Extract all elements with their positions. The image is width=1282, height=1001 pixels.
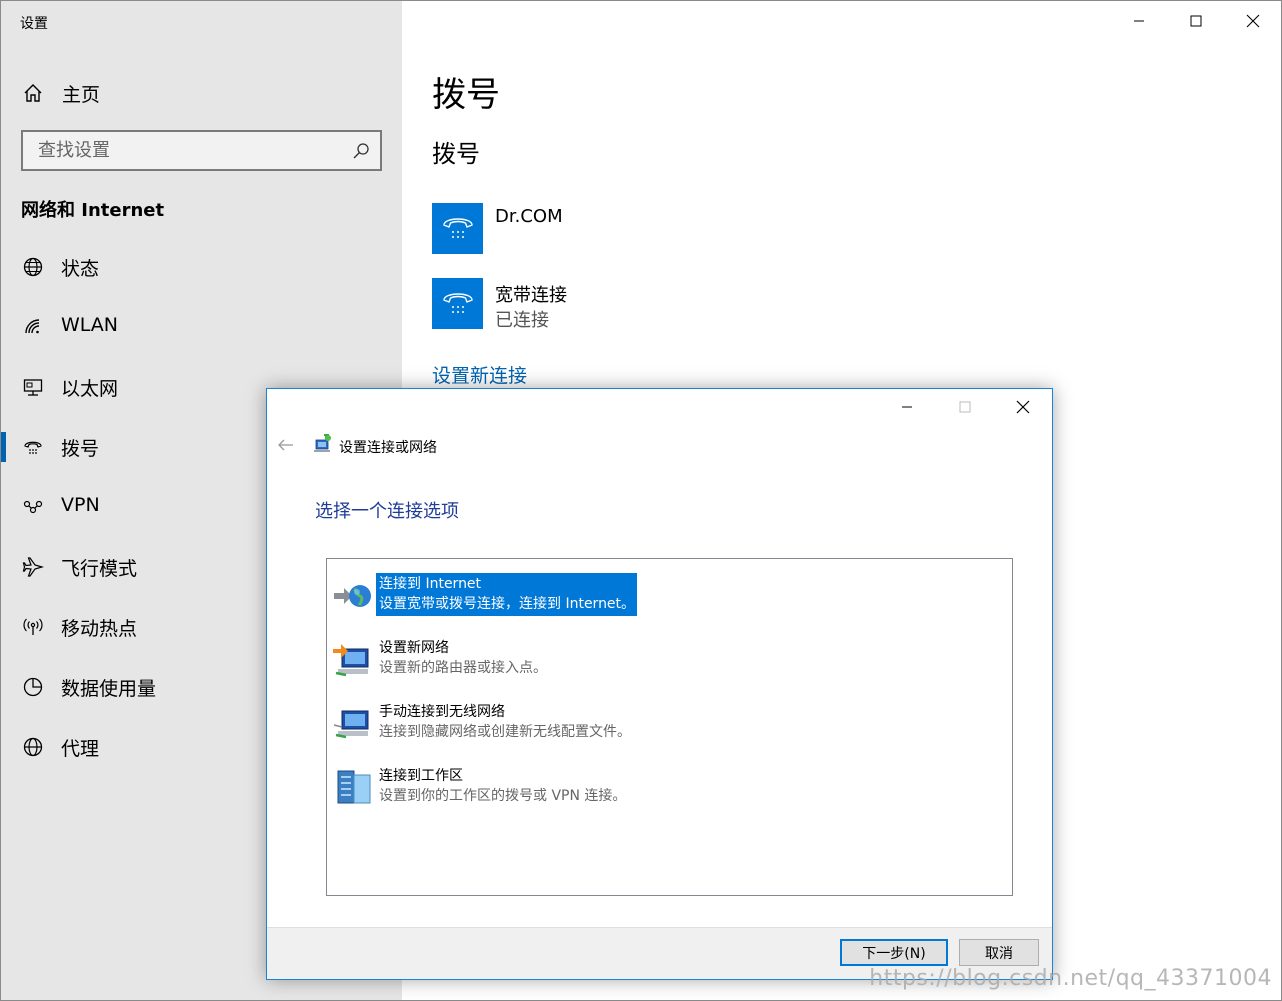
dialog-close-button[interactable] bbox=[994, 389, 1052, 425]
proxy-globe-icon bbox=[21, 735, 45, 759]
maximize-icon bbox=[959, 401, 971, 413]
hotspot-icon bbox=[21, 615, 45, 639]
sidebar-home-label: 主页 bbox=[62, 83, 101, 106]
cancel-button[interactable]: 取消 bbox=[959, 939, 1039, 966]
dialog-title: 设置连接或网络 bbox=[339, 440, 437, 456]
ethernet-icon bbox=[21, 375, 45, 399]
connection-options-list: 连接到 Internet 设置宽带或拨号连接，连接到 Internet。 设置新… bbox=[326, 558, 1013, 896]
setup-new-connection-link[interactable]: 设置新连接 bbox=[432, 361, 527, 388]
option-text: 手动连接到无线网络 连接到隐藏网络或创建新无线配置文件。 bbox=[376, 701, 633, 744]
option-title: 设置新网络 bbox=[379, 640, 449, 656]
dialup-icon bbox=[21, 435, 45, 459]
wireless-network-icon bbox=[332, 705, 374, 743]
dialup-connection-icon bbox=[432, 278, 483, 329]
minimize-button[interactable] bbox=[1110, 1, 1167, 41]
option-description: 设置到你的工作区的拨号或 VPN 连接。 bbox=[379, 788, 627, 804]
globe-status-icon bbox=[21, 255, 45, 279]
search-input[interactable] bbox=[23, 132, 343, 169]
next-button[interactable]: 下一步(N) bbox=[840, 939, 948, 966]
dialog-maximize-button bbox=[936, 389, 994, 425]
page-title: 拨号 bbox=[432, 75, 500, 115]
data-usage-icon bbox=[21, 675, 45, 699]
option-manual-wireless[interactable]: 手动连接到无线网络 连接到隐藏网络或创建新无线配置文件。 bbox=[330, 701, 930, 745]
vpn-icon bbox=[21, 495, 45, 519]
wifi-icon bbox=[21, 315, 45, 339]
watermark: https://blog.csdn.net/qq_43371004 bbox=[869, 966, 1272, 991]
connection-status: 已连接 bbox=[495, 310, 549, 331]
workplace-icon bbox=[332, 769, 374, 807]
option-description: 设置新的路由器或接入点。 bbox=[379, 660, 547, 676]
connection-name: 宽带连接 bbox=[495, 285, 567, 306]
connection-name: Dr.COM bbox=[495, 206, 563, 227]
option-title: 连接到 Internet bbox=[379, 576, 482, 592]
home-icon bbox=[21, 81, 45, 105]
window-title: 设置 bbox=[20, 16, 48, 32]
dialog-window-controls bbox=[878, 389, 1052, 425]
sidebar-item-label: 拨号 bbox=[61, 438, 100, 460]
option-text: 连接到 Internet 设置宽带或拨号连接，连接到 Internet。 bbox=[376, 573, 638, 616]
back-arrow-icon[interactable] bbox=[277, 437, 295, 453]
sidebar-item-label: 移动热点 bbox=[61, 618, 138, 640]
sidebar-item-status[interactable]: 状态 bbox=[1, 240, 402, 294]
close-icon bbox=[1246, 14, 1259, 28]
sidebar-item-label: VPN bbox=[61, 494, 100, 516]
airplane-icon bbox=[21, 555, 45, 579]
section-title: 拨号 bbox=[432, 140, 480, 168]
connection-item[interactable]: Dr.COM bbox=[432, 203, 832, 255]
setup-connection-dialog: 设置连接或网络 选择一个连接选项 连接到 Internet 设置宽带或拨号连接，… bbox=[266, 388, 1053, 980]
minimize-icon bbox=[902, 406, 912, 408]
maximize-button[interactable] bbox=[1167, 1, 1224, 41]
option-description: 设置宽带或拨号连接，连接到 Internet。 bbox=[379, 596, 636, 612]
option-text: 设置新网络 设置新的路由器或接入点。 bbox=[376, 637, 549, 680]
option-title: 手动连接到无线网络 bbox=[379, 704, 505, 720]
sidebar-item-label: 代理 bbox=[61, 738, 100, 760]
sidebar-item-label: 以太网 bbox=[61, 378, 119, 400]
maximize-icon bbox=[1190, 15, 1201, 27]
sidebar-section-title: 网络和 Internet bbox=[21, 200, 165, 221]
dialog-heading: 选择一个连接选项 bbox=[315, 501, 459, 522]
close-button[interactable] bbox=[1224, 1, 1281, 41]
sidebar-home[interactable]: 主页 bbox=[21, 79, 100, 107]
internet-globe-icon bbox=[332, 577, 374, 615]
sidebar-item-label: WLAN bbox=[61, 314, 119, 336]
search-icon[interactable] bbox=[351, 141, 371, 161]
connection-item[interactable]: 宽带连接 已连接 bbox=[432, 278, 832, 331]
sidebar-item-label: 飞行模式 bbox=[61, 558, 138, 580]
sidebar-item-wlan[interactable]: WLAN bbox=[1, 300, 402, 354]
option-text: 连接到工作区 设置到你的工作区的拨号或 VPN 连接。 bbox=[376, 765, 628, 808]
dialup-connection-icon bbox=[432, 203, 483, 254]
dialog-minimize-button[interactable] bbox=[878, 389, 936, 425]
sidebar-item-label: 状态 bbox=[61, 258, 100, 280]
option-description: 连接到隐藏网络或创建新无线配置文件。 bbox=[379, 724, 631, 740]
option-title: 连接到工作区 bbox=[379, 768, 463, 784]
option-connect-internet[interactable]: 连接到 Internet 设置宽带或拨号连接，连接到 Internet。 bbox=[330, 573, 930, 617]
new-network-icon bbox=[332, 641, 374, 679]
close-icon bbox=[1016, 400, 1030, 414]
minimize-icon bbox=[1133, 20, 1144, 22]
option-connect-workplace[interactable]: 连接到工作区 设置到你的工作区的拨号或 VPN 连接。 bbox=[330, 765, 930, 809]
option-setup-new-network[interactable]: 设置新网络 设置新的路由器或接入点。 bbox=[330, 637, 930, 681]
sidebar-item-label: 数据使用量 bbox=[61, 678, 157, 700]
network-setup-icon bbox=[313, 434, 333, 454]
search-box bbox=[21, 130, 382, 171]
window-controls bbox=[1110, 1, 1281, 41]
